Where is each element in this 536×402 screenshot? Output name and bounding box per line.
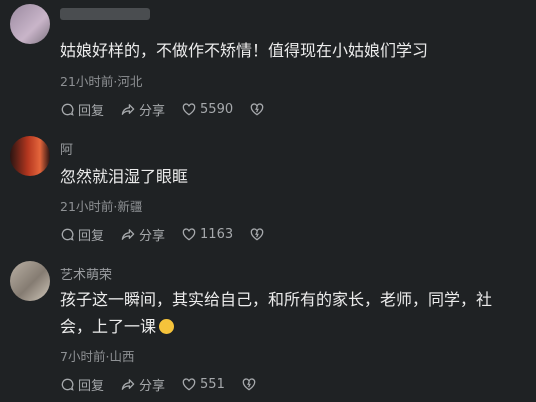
comment-text-content: 孩子这一瞬间，其实给自己，和所有的家长，老师，同学，社会，上了一课 bbox=[60, 290, 493, 336]
broken-heart-icon bbox=[242, 377, 256, 390]
comment-meta: 21小时前·河北 bbox=[60, 71, 142, 90]
dislike-button[interactable] bbox=[241, 377, 260, 392]
share-label: 分享 bbox=[139, 378, 166, 394]
like-button[interactable]: 551 bbox=[181, 377, 225, 392]
comment-location: 新疆 bbox=[117, 199, 143, 214]
comment-location: 山西 bbox=[109, 349, 135, 364]
comment-actions: 回复 分享 551 bbox=[60, 374, 260, 394]
avatar[interactable] bbox=[10, 136, 50, 176]
comment-text: 孩子这一瞬间，其实给自己，和所有的家长，老师，同学，社会，上了一课 bbox=[60, 286, 515, 340]
comment-meta: 21小时前·新疆 bbox=[60, 196, 142, 215]
heart-icon bbox=[182, 102, 196, 115]
reply-button[interactable]: 回复 bbox=[60, 225, 104, 244]
reply-label: 回复 bbox=[78, 228, 105, 244]
reply-button[interactable]: 回复 bbox=[60, 100, 104, 119]
comment-time: 21小时前 bbox=[60, 199, 114, 214]
reply-icon bbox=[61, 378, 74, 391]
dislike-button[interactable] bbox=[249, 102, 268, 117]
share-button[interactable]: 分享 bbox=[120, 225, 165, 244]
broken-heart-icon bbox=[250, 102, 264, 115]
username[interactable]: 阿 bbox=[60, 139, 73, 158]
reply-label: 回复 bbox=[78, 103, 105, 119]
share-icon bbox=[121, 378, 135, 390]
reply-button[interactable]: 回复 bbox=[60, 375, 104, 394]
reply-icon bbox=[61, 228, 74, 241]
username[interactable]: 艺术萌荣 bbox=[60, 264, 112, 283]
share-button[interactable]: 分享 bbox=[120, 100, 165, 119]
like-count: 551 bbox=[200, 376, 225, 392]
share-button[interactable]: 分享 bbox=[120, 375, 165, 394]
comment-time: 7小时前 bbox=[60, 349, 106, 364]
broken-heart-icon bbox=[250, 227, 264, 240]
dislike-button[interactable] bbox=[249, 227, 268, 242]
reply-icon bbox=[61, 103, 74, 116]
avatar[interactable] bbox=[10, 4, 50, 44]
comment-text: 姑娘好样的，不做作不矫情！值得现在小姑娘们学习 bbox=[60, 41, 429, 60]
like-count: 1163 bbox=[200, 226, 234, 242]
comment-item: 阿 忽然就泪湿了眼眶 21小时前·新疆 回复 分享 1163 bbox=[0, 125, 536, 255]
heart-icon bbox=[182, 227, 196, 240]
share-icon bbox=[121, 103, 135, 115]
comment-text: 忽然就泪湿了眼眶 bbox=[60, 167, 189, 186]
comment-item: 艺术萌荣 孩子这一瞬间，其实给自己，和所有的家长，老师，同学，社会，上了一课 7… bbox=[0, 255, 536, 402]
reply-label: 回复 bbox=[78, 378, 105, 394]
username[interactable] bbox=[60, 8, 150, 20]
share-label: 分享 bbox=[139, 228, 166, 244]
comment-time: 21小时前 bbox=[60, 74, 114, 89]
comment-actions: 回复 分享 1163 bbox=[60, 224, 268, 244]
comment-actions: 回复 分享 5590 bbox=[60, 99, 268, 119]
like-button[interactable]: 5590 bbox=[181, 102, 233, 117]
share-label: 分享 bbox=[139, 103, 166, 119]
like-count: 5590 bbox=[200, 101, 234, 117]
comment-meta: 7小时前·山西 bbox=[60, 346, 134, 365]
heart-icon bbox=[182, 377, 196, 390]
comment-location: 河北 bbox=[117, 74, 143, 89]
share-icon bbox=[121, 228, 135, 240]
avatar[interactable] bbox=[10, 261, 50, 301]
crying-face-icon bbox=[159, 319, 175, 334]
comment-item: 姑娘好样的，不做作不矫情！值得现在小姑娘们学习 21小时前·河北 回复 分享 5… bbox=[0, 0, 536, 125]
like-button[interactable]: 1163 bbox=[181, 227, 233, 242]
